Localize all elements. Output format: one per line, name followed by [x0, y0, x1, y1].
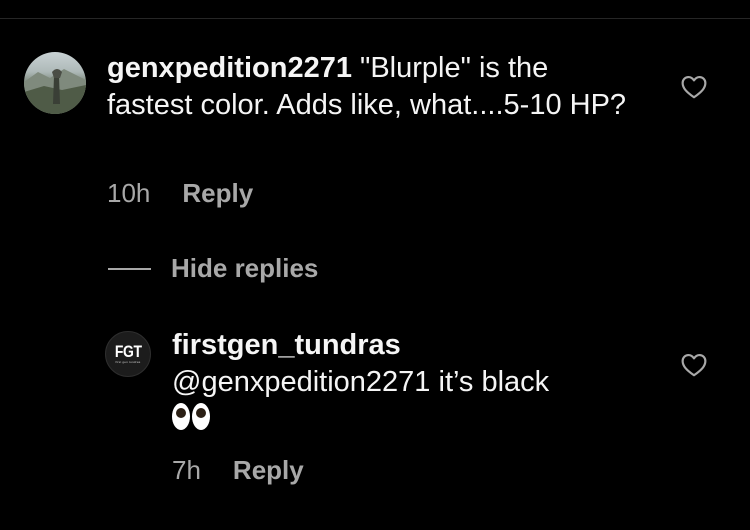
hide-replies-toggle[interactable]: Hide replies	[108, 253, 318, 284]
comment-content: it’s black	[430, 366, 550, 398]
reply-button[interactable]: Reply	[182, 178, 253, 209]
hide-replies-label[interactable]: Hide replies	[171, 253, 318, 284]
reply-button[interactable]: Reply	[233, 455, 304, 486]
thread-line	[108, 267, 151, 270]
comment-meta: 10h Reply	[107, 178, 253, 209]
avatar-logo-text: FGT	[114, 341, 142, 361]
avatar[interactable]: FGT first gen tundras	[105, 331, 151, 377]
eyes-emoji	[172, 403, 210, 430]
heart-outline-icon[interactable]	[681, 353, 707, 377]
comment-username[interactable]: firstgen_tundras	[172, 329, 401, 361]
comment-meta: 7h Reply	[172, 455, 304, 486]
comment-text: genxpedition2271 "Blurple" is the fastes…	[107, 50, 637, 124]
comment-timestamp: 10h	[107, 178, 151, 208]
avatar[interactable]	[24, 52, 86, 114]
avatar-photo	[24, 69, 86, 114]
comment-text: firstgen_tundras @genxpedition2271 it’s …	[172, 327, 672, 440]
mention-link[interactable]: @genxpedition2271	[172, 366, 430, 398]
top-divider	[0, 18, 750, 19]
comment-username[interactable]: genxpedition2271	[107, 52, 352, 84]
comment-timestamp: 7h	[172, 455, 201, 485]
heart-outline-icon[interactable]	[681, 75, 707, 99]
